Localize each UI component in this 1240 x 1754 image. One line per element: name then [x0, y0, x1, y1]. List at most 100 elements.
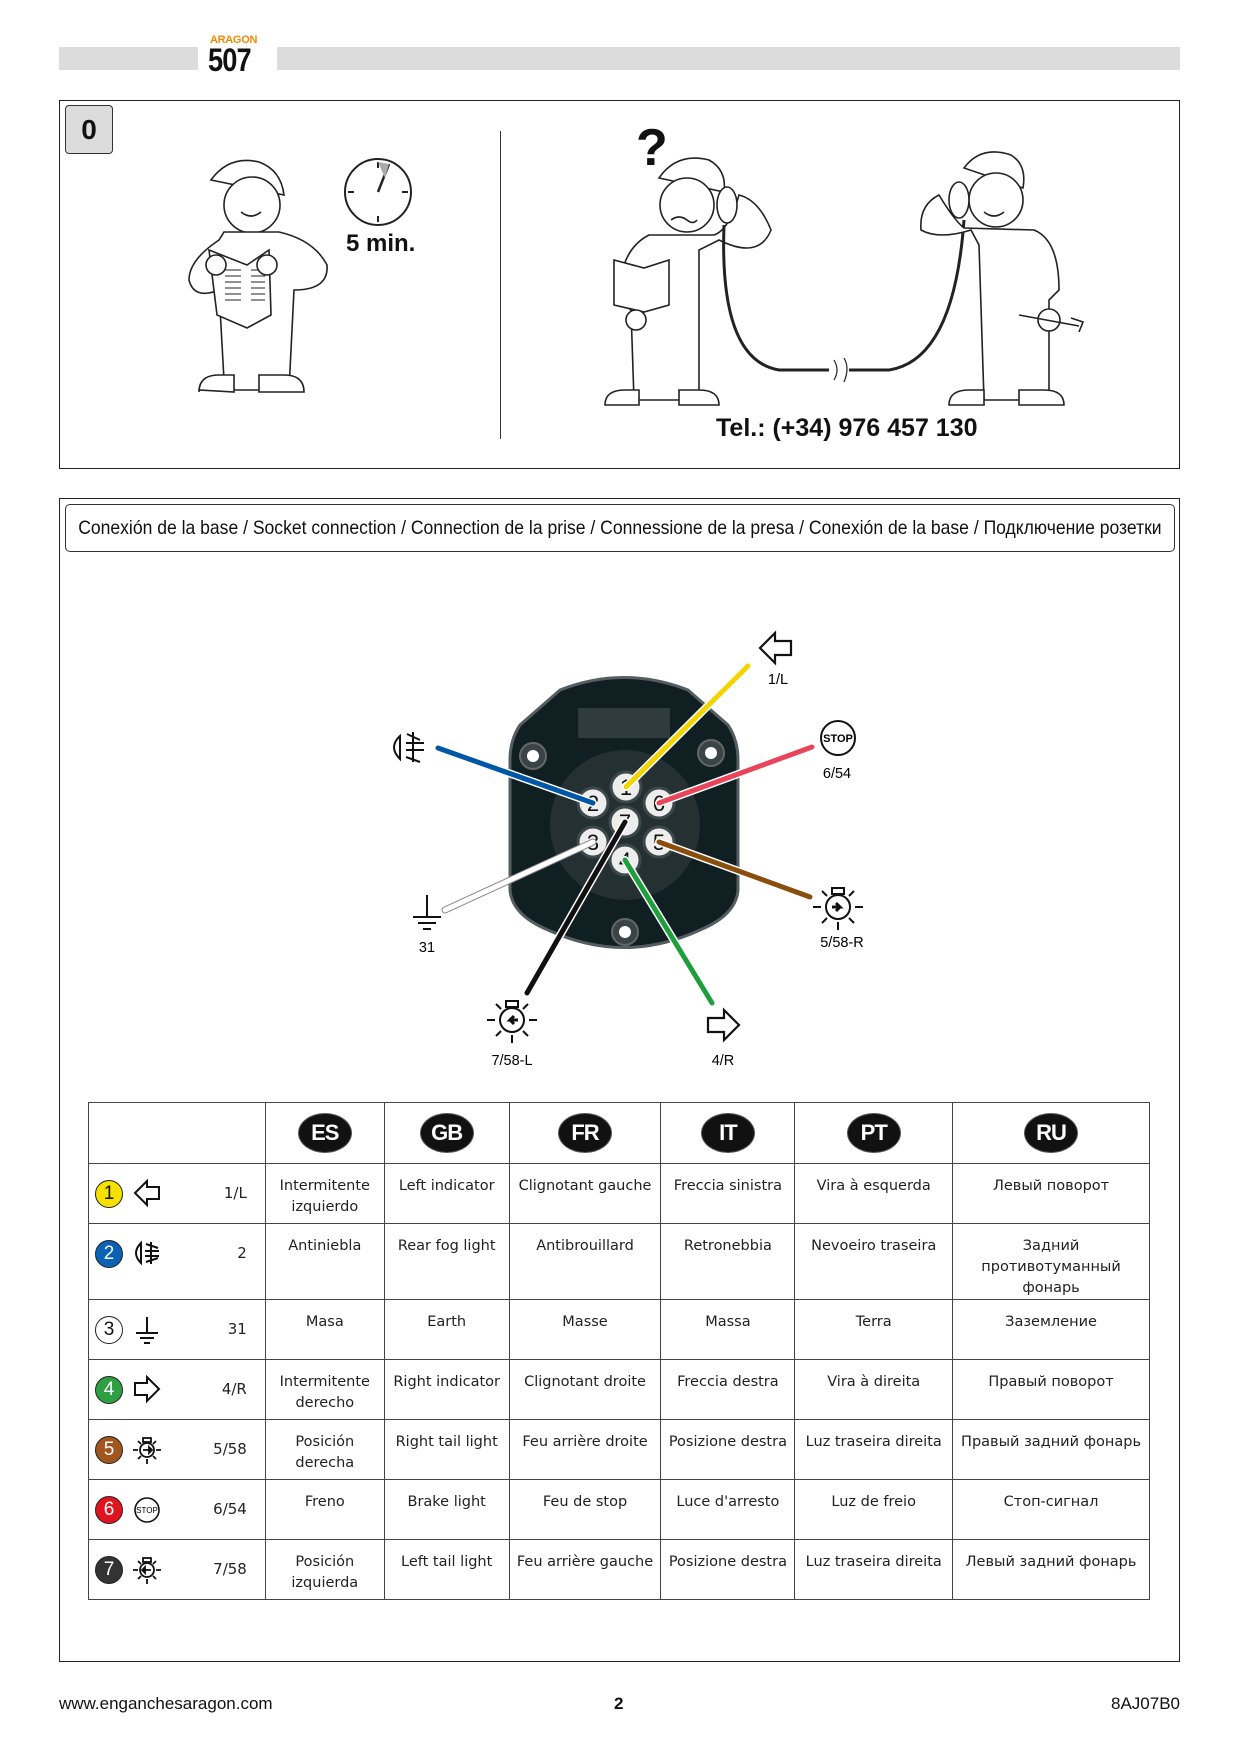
- pin-number-badge: 4: [95, 1375, 123, 1404]
- language-badge: RU: [1025, 1114, 1078, 1152]
- left-tail-light-icon: [487, 1000, 537, 1043]
- table-row: 3 31 Masa Earth Masse Massa Terra Заземление: [88, 1299, 1150, 1360]
- pin-cell: 4 4/R: [88, 1359, 266, 1420]
- left-tail-light-icon: [133, 1556, 161, 1584]
- table-row: 4 4/R Intermitente derecho Right indicator…: [88, 1359, 1150, 1420]
- language-badge: IT: [701, 1114, 754, 1152]
- cell-it: Freccia sinistra: [660, 1163, 796, 1224]
- right-arrow-icon: [706, 1007, 741, 1043]
- pin-cell: 1 1/L: [88, 1163, 266, 1224]
- cell-ru: Стоп-сигнал: [952, 1479, 1150, 1540]
- cell-fr: Antibrouillard: [508, 1223, 662, 1300]
- fog-light-icon: [135, 1240, 159, 1265]
- cell-es: Intermitente izquierdo: [264, 1163, 385, 1224]
- header-empty-cell: [88, 1102, 266, 1164]
- cell-pt: Vira à direita: [794, 1359, 954, 1420]
- cell-fr: Clignotant gauche: [508, 1163, 662, 1224]
- cell-pt: Vira à esquerda: [794, 1163, 954, 1224]
- table-header-row: ES GB FR IT PT RU: [88, 1102, 1150, 1164]
- header-lang-pt: PT: [794, 1102, 954, 1164]
- cell-it: Posizione destra: [660, 1539, 796, 1600]
- cell-ru: Левый поворот: [952, 1163, 1150, 1224]
- footer-website[interactable]: www.enganchesaragon.com: [59, 1694, 273, 1714]
- stop-icon-text: STOP: [823, 733, 853, 745]
- right-arrow-icon: [134, 1374, 161, 1403]
- pin-number-badge: 1: [95, 1179, 123, 1208]
- pin-label-4: 4/R: [712, 1053, 735, 1069]
- fog-light-icon: [393, 732, 424, 763]
- cell-gb: Brake light: [383, 1479, 510, 1540]
- cell-es: Antiniebla: [264, 1223, 385, 1300]
- cell-fr: Clignotant droite: [508, 1359, 662, 1420]
- cell-gb: Right indicator: [383, 1359, 510, 1420]
- pin-label-1: 1/L: [768, 672, 788, 688]
- pin-code: 6/54: [213, 1500, 247, 1518]
- cell-pt: Luz traseira direita: [794, 1419, 954, 1480]
- pin-cell: 5 5/58: [88, 1419, 266, 1480]
- cell-pt: Nevoeiro traseira: [794, 1223, 954, 1300]
- cell-it: Massa: [660, 1299, 796, 1360]
- pin-number-badge: 6: [95, 1495, 123, 1524]
- stop-icon: STOP: [820, 720, 856, 756]
- pin-code: 1/L: [223, 1184, 247, 1202]
- cell-gb: Left tail light: [383, 1539, 510, 1600]
- cell-it: Retronebbia: [660, 1223, 796, 1300]
- pin-cell: 7 7/58: [88, 1539, 266, 1600]
- stop-icon: STOP: [134, 1496, 160, 1523]
- pin-code: 5/58: [213, 1440, 247, 1458]
- pin-code: 2: [237, 1244, 247, 1262]
- pin-code: 7/58: [213, 1560, 247, 1578]
- language-badge: FR: [559, 1114, 612, 1152]
- cell-pt: Terra: [794, 1299, 954, 1360]
- socket-diagram: 1234567 1/L314/R5/58-R6/547/58-L STOP: [393, 630, 864, 1069]
- table-row: 6 STOP 6/54 Freno Brake light Feu de stop Lu…: [88, 1479, 1150, 1540]
- cell-ru: Правый поворот: [952, 1359, 1150, 1420]
- cell-ru: Правый задний фонарь: [952, 1419, 1150, 1480]
- pin-number-badge: 5: [95, 1435, 123, 1464]
- pin-cell: 3 31: [88, 1299, 266, 1360]
- cell-gb: Left indicator: [383, 1163, 510, 1224]
- left-arrow-icon: [133, 1178, 160, 1207]
- header-lang-fr: FR: [508, 1102, 662, 1164]
- cell-pt: Luz de freio: [794, 1479, 954, 1540]
- cell-fr: Feu arrière droite: [508, 1419, 662, 1480]
- cell-gb: Right tail light: [383, 1419, 510, 1480]
- pin-label-7: 7/58-L: [491, 1053, 532, 1069]
- pin-cell: 2 2: [88, 1223, 266, 1300]
- cell-gb: Rear fog light: [383, 1223, 510, 1300]
- cell-es: Freno: [264, 1479, 385, 1540]
- left-arrow-icon: [758, 630, 793, 666]
- right-tail-light-icon: [133, 1436, 161, 1464]
- pin-number-badge: 7: [95, 1555, 123, 1584]
- cell-ru: Левый задний фонарь: [952, 1539, 1150, 1600]
- table-row: 1 1/L Intermitente izquierdo Left indicato…: [88, 1163, 1150, 1224]
- cell-it: Posizione destra: [660, 1419, 796, 1480]
- pin-label-3: 31: [419, 940, 435, 956]
- cell-pt: Luz traseira direita: [794, 1539, 954, 1600]
- cell-es: Posición derecha: [264, 1419, 385, 1480]
- svg-text:STOP: STOP: [136, 1506, 158, 1515]
- table-row: 5 5/58 Posición derecha Right tail light Fe…: [88, 1419, 1150, 1480]
- table-row: 7 7/58 Posición izquierda Left tail light F…: [88, 1539, 1150, 1600]
- cell-gb: Earth: [383, 1299, 510, 1360]
- cell-ru: Заземление: [952, 1299, 1150, 1360]
- table-row: 2 2 Antiniebla Rear fog light Antibrouillar…: [88, 1223, 1150, 1300]
- cell-es: Masa: [264, 1299, 385, 1360]
- header-lang-ru: RU: [952, 1102, 1150, 1164]
- document-code: 8AJ07B0: [1111, 1694, 1180, 1713]
- pin-label-6: 6/54: [823, 766, 851, 782]
- pin-number-badge: 3: [95, 1315, 123, 1344]
- cell-es: Posición izquierda: [264, 1539, 385, 1600]
- pin-cell: 6 STOP 6/54: [88, 1479, 266, 1540]
- header-lang-it: IT: [660, 1102, 796, 1164]
- language-badge: GB: [420, 1114, 473, 1152]
- header-lang-gb: GB: [383, 1102, 510, 1164]
- ground-icon: [136, 1316, 158, 1344]
- page-number: 2: [614, 1694, 624, 1713]
- cell-fr: Feu arrière gauche: [508, 1539, 662, 1600]
- pin-code: 31: [227, 1320, 247, 1338]
- pin-code: 4/R: [221, 1380, 247, 1398]
- pin-label-5: 5/58-R: [820, 935, 864, 951]
- right-tail-light-icon: [813, 887, 863, 930]
- pin-number-badge: 2: [95, 1239, 123, 1268]
